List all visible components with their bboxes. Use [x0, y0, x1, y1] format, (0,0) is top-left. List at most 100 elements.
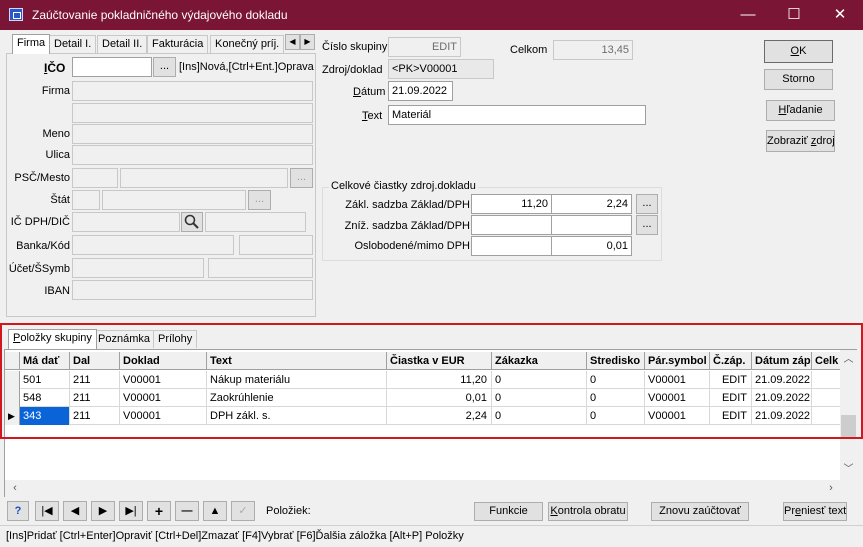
zakl-detail-button[interactable]: ... — [636, 194, 658, 214]
kontrola-obratu-button[interactable]: Kontrola obratu — [548, 502, 628, 521]
table-row-selected[interactable]: ▶ 343 211 V00001 DPH zákl. s. 2,24 0 0 V… — [5, 407, 841, 425]
preniest-text-button[interactable]: Preniesť text — [783, 502, 847, 521]
cell-stredisko[interactable]: 0 — [587, 389, 645, 407]
zakl-dph-input[interactable]: 2,24 — [551, 194, 632, 214]
confirm-icon[interactable]: ✓ — [231, 501, 255, 521]
cell-doklad[interactable]: V00001 — [120, 407, 207, 425]
cell-ciastka[interactable]: 0,01 — [387, 389, 492, 407]
meno-input[interactable] — [72, 124, 313, 144]
cell-text[interactable]: DPH zákl. s. — [207, 407, 387, 425]
firma-input-2[interactable] — [72, 103, 313, 123]
tab-poznamka[interactable]: Poznámka — [93, 330, 155, 348]
cell-dal[interactable]: 211 — [70, 371, 120, 389]
tab-polozky-skupiny[interactable]: Položky skupiny — [8, 329, 97, 349]
tab-fakturacia[interactable]: Fakturácia — [147, 35, 209, 53]
banka-input[interactable] — [72, 235, 234, 255]
tab-detail-2[interactable]: Detail II. — [97, 35, 148, 53]
zdroj-doklad-input[interactable]: <PK>V00001 — [388, 59, 494, 79]
table-row[interactable]: 501 211 V00001 Nákup materiálu 11,20 0 0… — [5, 371, 841, 389]
col-dal[interactable]: Dal — [70, 352, 120, 370]
ico-lookup-button[interactable]: ... — [153, 57, 176, 77]
dic-input[interactable] — [205, 212, 306, 232]
stat-name-input[interactable] — [102, 190, 246, 210]
zniz-dph-input[interactable] — [551, 215, 632, 235]
items-grid[interactable]: Má dať Dal Doklad Text Čiastka v EUR Zák… — [4, 349, 857, 497]
cell-dal[interactable]: 211 — [70, 407, 120, 425]
cislo-skupiny-input[interactable]: EDIT — [388, 37, 461, 57]
table-row[interactable]: 548 211 V00001 Zaokrúhlenie 0,01 0 0 V00… — [5, 389, 841, 407]
datum-input[interactable]: 21.09.2022 — [388, 81, 453, 101]
col-ma-dat[interactable]: Má dať — [20, 352, 70, 370]
col-text[interactable]: Text — [207, 352, 387, 370]
search-icon[interactable] — [181, 212, 203, 232]
ico-input[interactable] — [72, 57, 152, 77]
col-celk[interactable]: Celk — [812, 352, 841, 370]
cell-par-symbol[interactable]: V00001 — [645, 389, 710, 407]
mesto-lookup-button[interactable]: ... — [290, 168, 313, 188]
funkcie-button[interactable]: Funkcie — [474, 502, 543, 521]
tab-scroll-left-icon[interactable]: ◀ — [285, 34, 300, 50]
oslob-dph-input[interactable]: 0,01 — [551, 236, 632, 256]
col-zakazka[interactable]: Zákazka — [492, 352, 587, 370]
tab-detail-1[interactable]: Detail I. — [49, 35, 97, 53]
cell-ma-dat-selected[interactable]: 343 — [20, 407, 70, 425]
psc-input[interactable] — [72, 168, 118, 188]
tab-prilohy[interactable]: Prílohy — [153, 330, 198, 348]
storno-button[interactable]: Storno — [764, 69, 833, 90]
horizontal-scrollbar[interactable]: ‹ › — [5, 480, 857, 497]
cell-ciastka[interactable]: 2,24 — [387, 407, 492, 425]
vertical-scrollbar[interactable]: ︿ ﹀ — [840, 350, 857, 480]
tab-firma[interactable]: Firma — [12, 34, 51, 54]
hladanie-button[interactable]: Hľadanie — [766, 100, 835, 121]
cell-datum-zap[interactable]: 21.09.2022 — [752, 371, 812, 389]
cell-text[interactable]: Nákup materiálu — [207, 371, 387, 389]
stat-lookup-button[interactable]: ... — [248, 190, 271, 210]
minimize-button[interactable]: — — [725, 0, 771, 30]
first-record-icon[interactable]: |◀ — [35, 501, 59, 521]
cell-text[interactable]: Zaokrúhlenie — [207, 389, 387, 407]
mesto-input[interactable] — [120, 168, 288, 188]
col-par-symbol[interactable]: Pár.symbol — [645, 352, 710, 370]
cell-stredisko[interactable]: 0 — [587, 407, 645, 425]
cell-stredisko[interactable]: 0 — [587, 371, 645, 389]
prev-record-icon[interactable]: ◀ — [63, 501, 87, 521]
celkom-input[interactable]: 13,45 — [553, 40, 633, 60]
scroll-down-icon[interactable]: ﹀ — [840, 462, 857, 478]
cell-c-zap[interactable]: EDIT — [710, 389, 752, 407]
zniz-zaklad-input[interactable] — [471, 215, 552, 235]
maximize-button[interactable]: ☐ — [771, 0, 817, 30]
delete-record-icon[interactable]: — — [175, 501, 199, 521]
cell-ma-dat[interactable]: 548 — [20, 389, 70, 407]
cell-datum-zap[interactable]: 21.09.2022 — [752, 407, 812, 425]
scroll-up-icon[interactable]: ︿ — [840, 352, 857, 368]
tab-konecny-prij[interactable]: Konečný príj. — [210, 35, 285, 53]
scroll-left-icon[interactable]: ‹ — [7, 480, 23, 497]
col-datum-zap[interactable]: Dátum záp — [752, 352, 812, 370]
cell-zakazka[interactable]: 0 — [492, 371, 587, 389]
help-icon[interactable]: ? — [7, 501, 29, 521]
znovu-zauctovat-button[interactable]: Znovu zaúčtovať — [651, 502, 749, 521]
cell-datum-zap[interactable]: 21.09.2022 — [752, 389, 812, 407]
next-record-icon[interactable]: ▶ — [91, 501, 115, 521]
cell-par-symbol[interactable]: V00001 — [645, 407, 710, 425]
cell-zakazka[interactable]: 0 — [492, 389, 587, 407]
scroll-thumb[interactable] — [841, 415, 856, 439]
cell-ma-dat[interactable]: 501 — [20, 371, 70, 389]
cell-zakazka[interactable]: 0 — [492, 407, 587, 425]
iban-input[interactable] — [72, 280, 313, 300]
ok-button[interactable]: OK — [764, 40, 833, 63]
text-input[interactable]: Materiál — [388, 105, 646, 125]
cell-dal[interactable]: 211 — [70, 389, 120, 407]
col-doklad[interactable]: Doklad — [120, 352, 207, 370]
zakl-zaklad-input[interactable]: 11,20 — [471, 194, 552, 214]
icdph-input[interactable] — [72, 212, 180, 232]
oslob-zaklad-input[interactable] — [471, 236, 552, 256]
scroll-right-icon[interactable]: › — [823, 480, 839, 497]
col-c-zap[interactable]: Č.záp. — [710, 352, 752, 370]
cell-c-zap[interactable]: EDIT — [710, 407, 752, 425]
firma-input[interactable] — [72, 81, 313, 101]
ulica-input[interactable] — [72, 145, 313, 165]
cell-ciastka[interactable]: 11,20 — [387, 371, 492, 389]
zobrazit-zdroj-button[interactable]: Zobraziť zdroj — [766, 130, 835, 152]
col-stredisko[interactable]: Stredisko — [587, 352, 645, 370]
